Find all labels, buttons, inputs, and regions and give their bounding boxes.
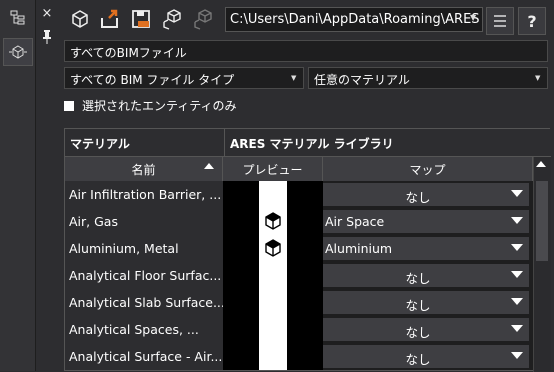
scrollbar-thumb[interactable]	[536, 181, 548, 261]
chevron-down-icon	[511, 325, 523, 332]
map-dropdown[interactable]: なし	[323, 345, 529, 368]
material-name: Analytical Spaces, ...	[65, 316, 223, 343]
material-combo[interactable]: 任意のマテリアル ▼	[308, 67, 548, 89]
export-icon[interactable]	[96, 5, 124, 33]
table-row[interactable]: Analytical Slab Surface... なし	[65, 289, 533, 316]
map-dropdown[interactable]: なし	[323, 318, 529, 341]
chevron-down-icon	[511, 244, 523, 251]
preview-swatch	[259, 316, 287, 343]
chevron-down-icon	[511, 217, 523, 224]
tree-structure-icon[interactable]	[3, 4, 33, 32]
side-toolbar	[0, 0, 36, 371]
group-header-library: ARES マテリアル ライブラリ	[225, 129, 551, 157]
chevron-down-icon	[511, 298, 523, 305]
chevron-down-icon: ▼	[535, 74, 541, 82]
col-header-preview[interactable]: プレビュー	[223, 157, 323, 181]
scope-combo-label: すべてのBIMファイル	[70, 46, 187, 60]
multi-cube-icon[interactable]	[158, 5, 186, 33]
material-name: Aluminium, Metal	[65, 235, 223, 262]
panel-controls	[36, 0, 58, 371]
material-name: Analytical Surface - Air...	[65, 343, 223, 370]
table-row[interactable]: Air, Gas Air Space	[65, 208, 533, 235]
scope-combo[interactable]: すべてのBIMファイル	[64, 40, 548, 62]
material-name: Analytical Floor Surfac...	[65, 262, 223, 289]
chevron-down-icon[interactable]: ▼	[470, 13, 480, 25]
preview-swatch	[259, 262, 287, 289]
checkbox-label: 選択されたエンティティのみ	[82, 99, 237, 113]
checkbox-box[interactable]	[64, 100, 74, 111]
table-row[interactable]: Aluminium, Metal Aluminium	[65, 235, 533, 262]
sort-asc-icon	[204, 163, 214, 169]
chevron-down-icon	[511, 352, 523, 359]
map-dropdown[interactable]: Aluminium	[323, 237, 529, 260]
table-row[interactable]: Analytical Surface - Air... なし	[65, 343, 533, 370]
pin-icon[interactable]	[36, 26, 58, 48]
materials-table: マテリアル ARES マテリアル ライブラリ 名前 プレビュー マップ Air …	[64, 128, 551, 372]
map-dropdown[interactable]: なし	[323, 264, 529, 287]
table-row[interactable]: Analytical Floor Surfac... なし	[65, 262, 533, 289]
help-icon[interactable]: ?	[518, 7, 546, 35]
table-row[interactable]: Analytical Spaces, ... なし	[65, 316, 533, 343]
col-header-map[interactable]: マップ	[323, 157, 533, 181]
chevron-down-icon	[511, 271, 523, 278]
map-value: なし	[405, 298, 431, 313]
material-name: Air Infiltration Barrier, ...	[65, 181, 223, 208]
preview-swatch	[259, 208, 287, 235]
material-name: Air, Gas	[65, 208, 223, 235]
map-dropdown[interactable]: なし	[323, 291, 529, 314]
group-header-materials: マテリアル	[65, 129, 225, 157]
material-name: Analytical Slab Surface...	[65, 289, 223, 316]
map-value: なし	[405, 352, 431, 367]
bim-cube-icon[interactable]	[3, 38, 33, 66]
close-icon[interactable]: ×	[36, 2, 58, 24]
path-combo[interactable]: C:\Users\Dani\AppData\Roaming\ARES	[225, 7, 483, 32]
scroll-up-arrow-icon[interactable]	[536, 161, 546, 167]
preview-swatch	[259, 343, 287, 370]
map-value: Air Space	[325, 214, 385, 229]
type-combo[interactable]: すべての BIM ファイル タイプ ▼	[64, 67, 304, 89]
map-value: なし	[405, 190, 431, 205]
chevron-down-icon: ▼	[291, 74, 297, 82]
map-dropdown[interactable]: なし	[323, 183, 529, 206]
material-cube-icon	[265, 212, 281, 230]
map-value: なし	[405, 271, 431, 286]
preview-swatch	[259, 235, 287, 262]
material-combo-label: 任意のマテリアル	[314, 73, 410, 87]
type-combo-label: すべての BIM ファイル タイプ	[70, 73, 235, 87]
save-icon[interactable]	[127, 5, 155, 33]
cube-icon[interactable]	[66, 5, 94, 33]
preview-swatch	[259, 181, 287, 208]
table-row[interactable]: Air Infiltration Barrier, ... なし	[65, 181, 533, 208]
chevron-down-icon	[511, 190, 523, 197]
multi-cube-disabled-icon	[189, 5, 217, 33]
selected-entities-checkbox[interactable]: 選択されたエンティティのみ	[64, 97, 237, 114]
map-value: なし	[405, 325, 431, 340]
menu-icon[interactable]	[486, 7, 514, 35]
material-cube-icon	[265, 239, 281, 257]
preview-swatch	[259, 289, 287, 316]
map-value: Aluminium	[325, 241, 393, 256]
map-dropdown[interactable]: Air Space	[323, 210, 529, 233]
col-header-name[interactable]: 名前	[65, 157, 223, 181]
col-header-name-label: 名前	[131, 163, 156, 177]
